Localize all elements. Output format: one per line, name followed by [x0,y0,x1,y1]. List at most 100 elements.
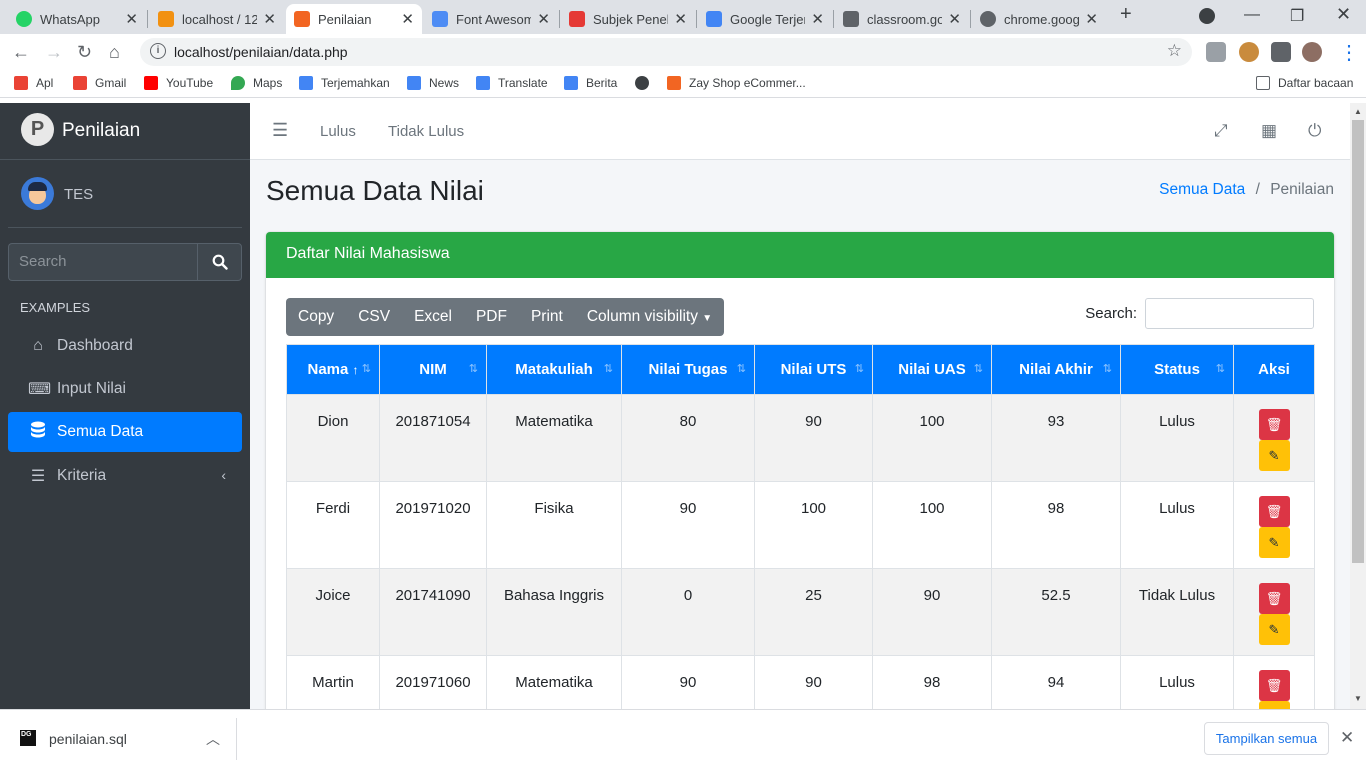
download-filename[interactable]: penilaian.sql [49,731,127,747]
column-header-nilai-tugas[interactable]: Nilai Tugas ⇅ [621,344,755,395]
copy-button[interactable]: Copy [286,298,346,336]
new-tab-icon[interactable]: + [1120,3,1132,26]
tab-phpmyadmin[interactable]: localhost / 12 ✕ [150,4,284,34]
print-button[interactable]: Print [519,298,575,336]
excel-button[interactable]: Excel [402,298,464,336]
column-header-nilai-akhir[interactable]: Nilai Akhir ⇅ [991,344,1121,395]
close-icon[interactable]: ✕ [263,10,276,28]
tab-classroom[interactable]: classroom.go ✕ [835,4,969,34]
fullscreen-icon[interactable]: ⤢ [1214,121,1228,141]
show-all-button[interactable]: Tampilkan semua [1204,722,1329,755]
nav-link-tidak-lulus[interactable]: Tidak Lulus [388,123,464,140]
close-icon[interactable]: ✕ [811,10,824,28]
close-icon[interactable]: ✕ [537,10,550,28]
tab-penilaian[interactable]: Penilaian ✕ [286,4,422,34]
scroll-down-icon[interactable]: ▼ [1354,694,1362,703]
bookmark-berita[interactable]: Berita [564,76,617,90]
close-icon[interactable]: ✕ [948,10,961,28]
bookmark-youtube[interactable]: YouTube [144,76,213,90]
chevron-left-icon[interactable]: ‹ [221,467,226,483]
tab-search-icon[interactable] [1199,8,1215,24]
home-icon[interactable]: ⌂ [109,42,120,63]
column-visibility-button[interactable]: Column visibility ▼ [575,298,724,336]
sidebar-item-kriteria[interactable]: ☰ Kriteria ‹ [8,456,242,496]
bookmark-globe[interactable] [635,76,657,90]
url-text[interactable]: localhost/penilaian/data.php [174,44,348,60]
delete-button[interactable]: 🗑 [1258,583,1290,614]
bookmark-apps[interactable]: Apl [14,76,53,90]
user-name[interactable]: TES [64,186,93,203]
close-icon[interactable]: ✕ [1340,728,1354,748]
edit-button[interactable]: ✎ [1258,440,1290,471]
menu-kebab-icon[interactable]: ⋮ [1339,40,1359,65]
scrollbar-thumb[interactable] [1352,120,1364,563]
tab-google-translate[interactable]: Google Terjen ✕ [698,4,832,34]
puzzle-icon[interactable] [1271,42,1291,62]
reload-icon[interactable]: ↻ [77,42,92,63]
bookmark-gmail[interactable]: Gmail [73,76,126,90]
back-icon[interactable]: ← [12,42,30,63]
minimize-icon[interactable]: — [1244,6,1260,24]
extension-icon[interactable] [1206,42,1226,62]
cell-nilai-uts: 25 [754,568,873,656]
page-scrollbar[interactable]: ▲ ▼ [1350,103,1366,709]
maximize-icon[interactable]: ❐ [1290,6,1304,26]
reading-list[interactable]: Daftar bacaan [1256,76,1353,90]
bookmark-terjemahkan[interactable]: Terjemahkan [299,76,390,90]
pdf-button[interactable]: PDF [464,298,519,336]
tab-font-awesome[interactable]: Font Awesom ✕ [424,4,558,34]
bookmark-translate[interactable]: Translate [476,76,548,90]
sidebar-item-semua-data[interactable]: Semua Data [8,412,242,452]
omnibox[interactable]: i localhost/penilaian/data.php ☆ [140,38,1192,66]
close-icon[interactable]: ✕ [401,10,414,28]
delete-button[interactable]: 🗑 [1258,496,1290,527]
column-header-nilai-uas[interactable]: Nilai UAS ⇅ [872,344,992,395]
tab-divider [559,10,560,28]
cell-nim: 201741090 [379,568,487,656]
nav-link-lulus[interactable]: Lulus [320,123,356,140]
close-icon[interactable]: ✕ [1085,10,1098,28]
sidebar-item-input-nilai[interactable]: ⌨ Input Nilai [8,369,242,409]
user-panel[interactable]: TES [8,160,242,228]
column-header-status[interactable]: Status ⇅ [1120,344,1234,395]
whatsapp-icon [16,11,32,27]
hamburger-menu-icon[interactable]: ☰ [272,120,288,141]
close-icon[interactable]: ✕ [674,10,687,28]
grid-icon[interactable]: ▦ [1261,121,1277,141]
edit-button[interactable]: ✎ [1258,527,1290,558]
search-button[interactable] [197,243,242,281]
window-close-icon[interactable]: ✕ [1336,4,1351,25]
column-header-nim[interactable]: NIM ⇅ [379,344,487,395]
delete-button[interactable]: 🗑 [1258,670,1290,701]
sidebar-search-input[interactable]: Search [8,243,197,281]
table-search-input[interactable] [1145,298,1314,329]
edit-button[interactable]: ✎ [1258,614,1290,645]
tab-subjek[interactable]: Subjek Peneli ✕ [561,4,695,34]
bookmark-news[interactable]: News [407,76,459,90]
profile-avatar[interactable] [1302,42,1322,62]
tab-whatsapp[interactable]: WhatsApp ✕ [8,4,146,34]
csv-button[interactable]: CSV [346,298,402,336]
edit-button[interactable]: ✎ [1258,701,1290,709]
bookmark-star-icon[interactable]: ☆ [1167,41,1182,61]
forward-icon[interactable]: → [45,42,63,63]
bookmark-maps[interactable]: Maps [231,76,282,90]
translate-icon [299,76,313,90]
breadcrumb-link[interactable]: Semua Data [1159,181,1245,198]
brand-link[interactable]: P Penilaian [0,103,250,160]
column-header-matakuliah[interactable]: Matakuliah ⇅ [486,344,622,395]
bookmark-zay-shop[interactable]: Zay Shop eCommer... [667,76,806,90]
header-label: Nilai Akhir [1019,361,1093,378]
sidebar-item-dashboard[interactable]: ⌂ Dashboard [8,326,242,366]
cookie-icon[interactable] [1239,42,1259,62]
scroll-up-icon[interactable]: ▲ [1354,107,1362,116]
close-icon[interactable]: ✕ [125,10,138,28]
delete-button[interactable]: 🗑 [1258,409,1290,440]
trash-icon: 🗑 [1265,678,1283,693]
info-icon[interactable]: i [150,43,166,59]
tab-chrome[interactable]: chrome.goog ✕ [972,4,1106,34]
power-icon[interactable]: ⏻ [1308,121,1321,141]
column-header-nilai-uts[interactable]: Nilai UTS ⇅ [754,344,873,395]
chevron-up-icon[interactable]: ︿ [206,729,220,749]
column-header-nama[interactable]: Nama ↑ ⇅ [286,344,380,395]
